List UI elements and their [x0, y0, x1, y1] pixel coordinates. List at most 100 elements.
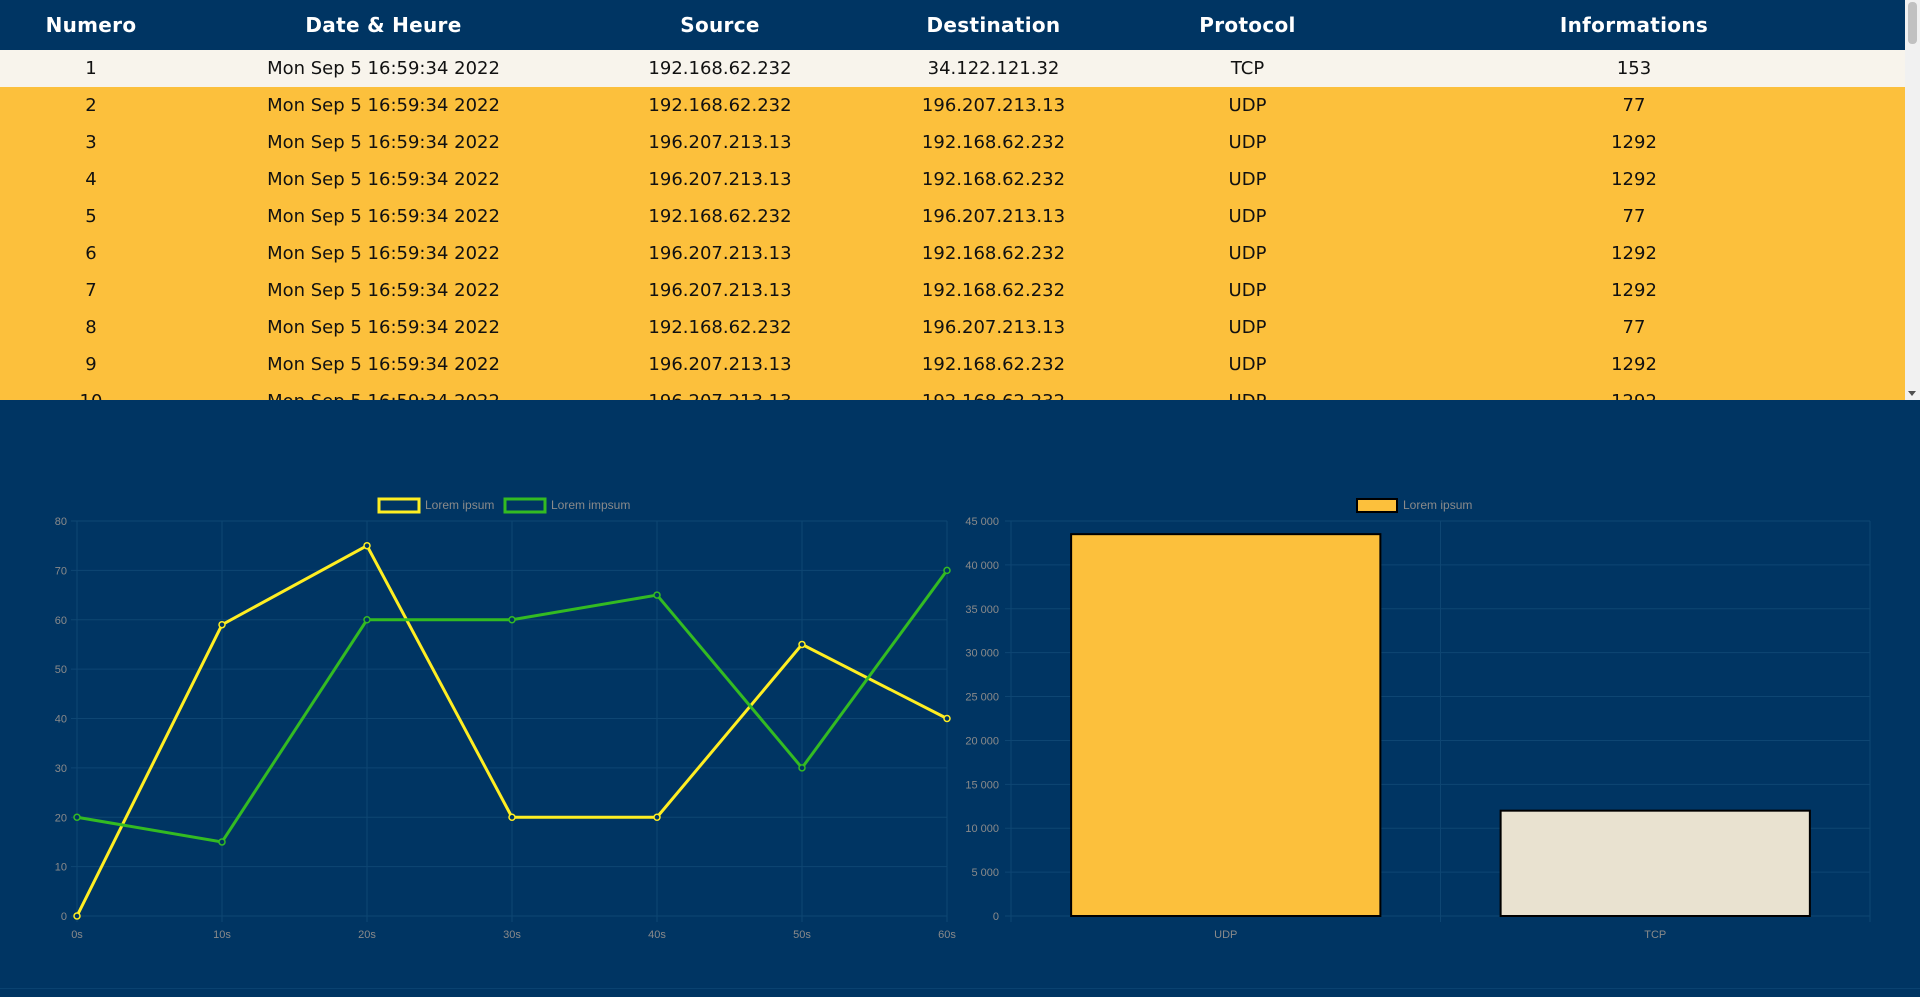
bar-tcp [1499, 809, 1811, 917]
cell-date-heure: Mon Sep 5 16:59:34 2022 [267, 280, 500, 301]
legend-label-series-1: Lorem ipsum [425, 498, 494, 512]
cell-numero: 7 [85, 280, 97, 301]
bar-chart-y-tick-label: 0 [993, 911, 999, 923]
bar-chart-x-tick-label: TCP [1644, 929, 1666, 941]
line-series-1-point [73, 912, 81, 920]
cell-destination: 192.168.62.232 [921, 169, 1066, 190]
cell-numero: 9 [85, 354, 97, 375]
column-header-protocol[interactable]: Protocol [1132, 0, 1363, 50]
line-chart-x-tick-label: 20s [358, 929, 376, 941]
cell-informations: 77 [1622, 95, 1646, 116]
cell-date-heure: Mon Sep 5 16:59:34 2022 [267, 95, 500, 116]
line-series-1-point [798, 640, 806, 649]
cell-source: 196.207.213.13 [648, 243, 792, 264]
line-series-1-point [363, 541, 371, 550]
cell-protocol: UDP [1228, 95, 1267, 116]
cell-date-heure: Mon Sep 5 16:59:34 2022 [267, 206, 500, 227]
line-chart-x-tick-label: 30s [503, 929, 521, 941]
cell-source: 192.168.62.232 [648, 95, 792, 116]
column-header-numero[interactable]: Numero [0, 0, 182, 50]
cell-source: 196.207.213.13 [648, 280, 792, 301]
cell-date-heure: Mon Sep 5 16:59:34 2022 [267, 354, 500, 375]
table-row[interactable]: 1 Mon Sep 5 16:59:34 2022 192.168.62.232 34… [0, 50, 1905, 87]
table-row[interactable]: 4 Mon Sep 5 16:59:34 2022 196.207.213.13 19… [0, 161, 1905, 198]
cell-numero: 1 [85, 58, 97, 79]
cell-protocol: TCP [1230, 58, 1265, 79]
cell-numero: 6 [85, 243, 97, 264]
cell-numero: 5 [85, 206, 97, 227]
bar-chart-y-tick-label: 25 000 [965, 692, 999, 704]
table-row[interactable]: 8 Mon Sep 5 16:59:34 2022 192.168.62.232 19… [0, 309, 1905, 346]
column-header-destination[interactable]: Destination [855, 0, 1132, 50]
table-row[interactable]: 9 Mon Sep 5 16:59:34 2022 196.207.213.13 19… [0, 346, 1905, 383]
line-chart-y-tick-label: 30 [55, 763, 67, 775]
bar-chart-y-tick-label: 20 000 [965, 735, 999, 747]
line-series-1-point [943, 714, 951, 723]
scrollbar-thumb[interactable] [1908, 2, 1917, 44]
cell-date-heure: Mon Sep 5 16:59:34 2022 [267, 58, 500, 79]
bar-legend-swatch [1356, 498, 1398, 513]
table-scrollbar[interactable] [1905, 0, 1920, 400]
packet-table-scroll-area[interactable]: Numero Date & Heure Source Destination P… [0, 0, 1905, 400]
table-row[interactable]: 6 Mon Sep 5 16:59:34 2022 196.207.213.13 19… [0, 235, 1905, 272]
cell-numero: 2 [85, 95, 97, 116]
cell-source: 196.207.213.13 [585, 383, 855, 400]
cell-destination: 192.168.62.232 [921, 354, 1066, 375]
cell-informations: 153 [1616, 58, 1652, 79]
table-row[interactable]: 3 Mon Sep 5 16:59:34 2022 196.207.213.13 19… [0, 124, 1905, 161]
cell-source: 192.168.62.232 [648, 317, 792, 338]
line-series-1-point [218, 620, 226, 629]
cell-informations: 1292 [1611, 280, 1657, 301]
charts-area: 0 10 20 30 40 50 60 70 80 0s 10s 20s 30s 40s 50s 60s Lor… [55, 497, 1871, 941]
line-series-2-point [218, 838, 226, 846]
line-chart-y-tick-label: 0 [61, 911, 67, 923]
bar-chart-y-tick-label: 45 000 [965, 516, 999, 528]
table-row[interactable]: 10Mon Sep 5 16:59:34 2022196.207.213.131… [0, 383, 1905, 400]
packet-table: Numero Date & Heure Source Destination P… [0, 0, 1905, 400]
table-row[interactable]: 2 Mon Sep 5 16:59:34 2022 192.168.62.232 19… [0, 87, 1905, 124]
cell-informations: 1292 [1611, 243, 1657, 264]
line-chart-x-tick-label: 50s [793, 929, 811, 941]
cell-informations: 1292 [1611, 169, 1657, 190]
line-chart-y-tick-label: 70 [55, 565, 67, 577]
cell-protocol: UDP [1132, 383, 1363, 400]
table-row[interactable]: 5 Mon Sep 5 16:59:34 2022 192.168.62.232 19… [0, 198, 1905, 235]
line-series-2-point [363, 616, 371, 624]
cell-numero: 10 [0, 383, 182, 400]
line-chart-x-tick-label: 10s [213, 929, 231, 941]
line-series-2-point [508, 616, 516, 624]
line-chart-x-tick-label: 60s [938, 929, 956, 941]
cell-informations: 77 [1622, 317, 1646, 338]
column-header-source[interactable]: Source [585, 0, 855, 50]
bar-legend-label: Lorem ipsum [1403, 498, 1472, 512]
cell-informations: 77 [1622, 206, 1646, 227]
bar-chart-y-tick-label: 10 000 [965, 823, 999, 835]
line-chart-y-tick-label: 10 [55, 862, 67, 874]
line-series-2-point [798, 764, 806, 772]
column-header-informations[interactable]: Informations [1363, 0, 1905, 50]
legend-label-series-2: Lorem impsum [551, 498, 630, 512]
cell-destination: 192.168.62.232 [921, 132, 1066, 153]
line-series-2-point [653, 591, 661, 599]
bar-udp [1070, 533, 1382, 918]
cell-protocol: UDP [1228, 206, 1267, 227]
line-chart-y-tick-label: 50 [55, 664, 67, 676]
column-header-date-heure[interactable]: Date & Heure [182, 0, 585, 50]
line-series-1-point [508, 813, 516, 821]
cell-numero: 3 [85, 132, 97, 153]
cell-destination: 196.207.213.13 [921, 317, 1066, 338]
cell-date-heure: Mon Sep 5 16:59:34 2022 [267, 243, 500, 264]
bar-chart-y-tick-label: 15 000 [965, 779, 999, 791]
cell-destination: 196.207.213.13 [921, 206, 1066, 227]
table-row[interactable]: 7 Mon Sep 5 16:59:34 2022 196.207.213.13 19… [0, 272, 1905, 309]
cell-destination: 192.168.62.232 [855, 383, 1132, 400]
legend-swatch-series-2 [503, 497, 547, 514]
cell-informations: 1292 [1611, 132, 1657, 153]
scroll-down-arrow-icon[interactable] [1908, 391, 1916, 396]
cell-informations: 1292 [1611, 354, 1657, 375]
line-chart: 0 10 20 30 40 50 60 70 80 0s 10s 20s 30s 40s 50s 60s Lor… [55, 497, 956, 941]
bar-chart-y-tick-label: 35 000 [965, 604, 999, 616]
cell-source: 192.168.62.232 [648, 206, 792, 227]
cell-protocol: UDP [1228, 243, 1267, 264]
bar-chart-y-tick-label: 5 000 [971, 867, 999, 879]
